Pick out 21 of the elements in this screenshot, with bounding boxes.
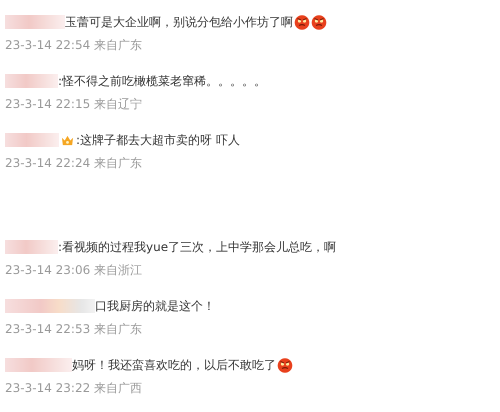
crown-icon	[61, 134, 74, 146]
comment-meta: 23-3-14 22:54 来自广东	[5, 37, 144, 54]
blurred-username	[5, 133, 59, 147]
angry-face-icon	[277, 357, 293, 373]
blurred-username	[5, 240, 58, 254]
comment-text: :怪不得之前吃橄榄菜老窜稀。。。。。	[58, 72, 266, 90]
comment-text: 妈呀！我还蛮喜欢吃的，以后不敢吃了	[72, 356, 276, 374]
blurred-username	[5, 15, 65, 29]
comment-meta: 23-3-14 23:22 来自广西	[5, 380, 144, 397]
comment-text: 玉蕾可是大企业啊，别说分包给小作坊了啊	[65, 14, 293, 30]
blurred-username	[5, 358, 72, 372]
angry-face-icon	[294, 14, 310, 30]
comment-meta: 23-3-14 22:15 来自辽宁	[5, 96, 144, 113]
comment-meta: 23-3-14 22:53 来自广东	[5, 321, 144, 338]
blurred-username	[5, 74, 58, 88]
comment-meta: 23-3-14 22:24 来自广东	[5, 155, 144, 172]
comment-text: :这牌子都去大超市卖的呀 吓人	[76, 132, 240, 148]
comment-meta: 23-3-14 23:06 来自浙江	[5, 262, 144, 279]
angry-face-icon	[311, 14, 327, 30]
comment-text: :看视频的过程我yue了三次，上中学那会儿总吃，啊	[58, 238, 336, 256]
comment-text: 口我厨房的就是这个！	[95, 298, 215, 314]
